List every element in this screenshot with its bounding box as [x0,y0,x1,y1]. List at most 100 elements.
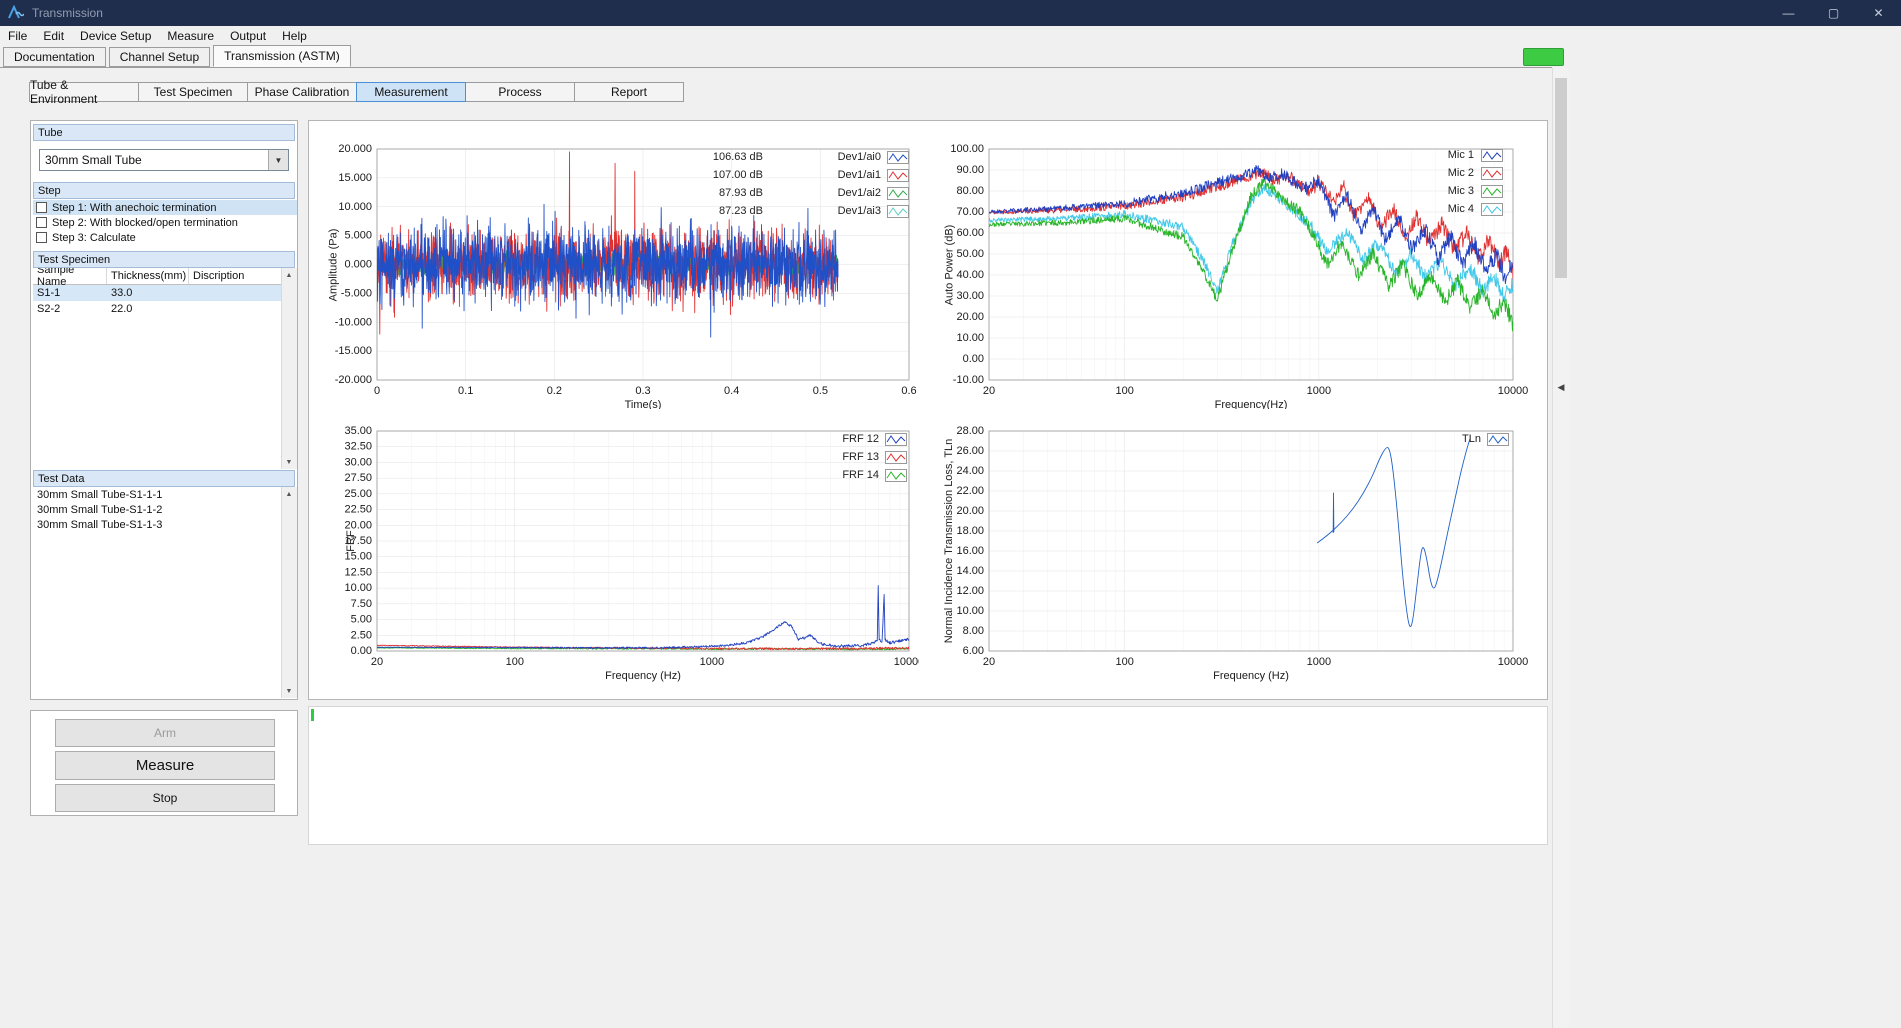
scroll-down-icon[interactable]: ▼ [282,455,296,469]
subtab-process[interactable]: Process [465,82,575,102]
table-cell [189,285,282,301]
frf-chart: FRFFRF 12FRF 13FRF 14 [319,413,919,691]
scrollbar-thumb[interactable] [1555,78,1567,278]
menu-help[interactable]: Help [274,29,315,43]
sidebar-panel: Tube 30mm Small Tube ▼ Step Step 1: With… [30,120,298,700]
menu-measure[interactable]: Measure [159,29,222,43]
step-section-header: Step [33,182,295,199]
step-item[interactable]: Step 3: Calculate [33,230,297,245]
legend-swatch-icon [887,151,909,164]
legend-swatch-icon [1481,149,1503,162]
tube-section-header: Tube [33,124,295,141]
legend-swatch-icon [885,433,907,446]
table-cell: S2-2 [33,301,107,317]
list-item[interactable]: 30mm Small Tube-S1-1-1 [33,487,297,502]
legend-swatch-icon [885,451,907,464]
log-indicator [311,709,314,721]
window-controls: — ▢ ✕ [1766,0,1901,26]
collapse-panel-icon[interactable]: ◀ [1554,378,1568,396]
legend-value: 106.63 dB [643,151,763,164]
tab-transmission-astm[interactable]: Transmission (ASTM) [213,45,351,67]
menu-file[interactable]: File [0,29,35,43]
scroll-up-icon[interactable]: ▲ [282,487,296,501]
menu-bar: FileEditDevice SetupMeasureOutputHelp [0,26,1901,45]
checkbox-icon[interactable] [36,202,47,213]
legend-label: FRF 13 [759,451,879,464]
table-cell: 22.0 [107,301,189,317]
measure-button[interactable]: Measure [55,751,275,780]
legend-label: Mic 4 [1354,203,1474,216]
checkbox-icon[interactable] [36,217,47,228]
scroll-down-icon[interactable]: ▼ [282,684,296,698]
minimize-button[interactable]: — [1766,0,1811,26]
legend-value: 87.93 dB [643,187,763,200]
specimen-table: Sample NameThickness(mm)DiscriptionS1-13… [33,268,297,469]
legend-value: 107.00 dB [643,169,763,182]
column-header: Discription [189,268,282,284]
step-item[interactable]: Step 2: With blocked/open termination [33,215,297,230]
step-label: Step 2: With blocked/open termination [52,217,238,229]
close-button[interactable]: ✕ [1856,0,1901,26]
checkbox-icon[interactable] [36,232,47,243]
legend-swatch-icon [1481,203,1503,216]
module-tab-bar: Tube & EnvironmentTest SpecimenPhase Cal… [30,82,684,102]
app-icon [8,5,24,21]
legend-label: Mic 1 [1354,149,1474,162]
menu-edit[interactable]: Edit [35,29,72,43]
legend-swatch-icon [1487,433,1509,446]
table-cell [189,301,282,317]
specimen-section-header: Test Specimen [33,251,295,268]
testdata-section-header: Test Data [33,470,295,487]
legend-swatch-icon [887,187,909,200]
tube-selected-value: 30mm Small Tube [45,153,142,167]
subtab-tube-environment[interactable]: Tube & Environment [29,82,139,102]
legend-swatch-icon [887,205,909,218]
legend-label: FRF 12 [759,433,879,446]
vertical-scrollbar[interactable]: ◀ [1552,68,1569,1028]
window-title: Transmission [32,6,103,20]
legend-label: FRF 14 [759,469,879,482]
transmission-loss-chart: Normal Incidence Transmission Loss, TLnT… [929,413,1549,691]
step-list: Step 1: With anechoic termination Step 2:… [33,200,297,245]
testdata-list: 30mm Small Tube-S1-1-130mm Small Tube-S1… [33,487,297,698]
specimen-table-header: Sample NameThickness(mm)Discription [33,268,297,285]
transmission-loss-chart-canvas [929,413,1549,691]
table-row[interactable]: S1-133.0 [33,285,297,301]
subtab-report[interactable]: Report [574,82,684,102]
legend-swatch-icon [887,169,909,182]
charts-panel: Amplitude (Pa)Dev1/ai0106.63 dBDev1/ai11… [308,120,1548,700]
legend-label: Dev1/ai3 [761,205,881,218]
tab-channel-setup[interactable]: Channel Setup [109,47,210,67]
auto-power-chart: Auto Power (dB)Mic 1Mic 2Mic 3Mic 4 [929,131,1549,409]
list-scrollbar[interactable]: ▲▼ [281,487,297,698]
list-item[interactable]: 30mm Small Tube-S1-1-3 [33,517,297,532]
column-header: Thickness(mm) [107,268,189,284]
subtab-measurement[interactable]: Measurement [356,82,466,102]
menu-output[interactable]: Output [222,29,274,43]
list-item[interactable]: 30mm Small Tube-S1-1-2 [33,502,297,517]
subtab-test-specimen[interactable]: Test Specimen [138,82,248,102]
list-scrollbar[interactable]: ▲▼ [281,268,297,469]
table-cell: S1-1 [33,285,107,301]
scroll-up-icon[interactable]: ▲ [282,268,296,282]
legend-swatch-icon [1481,185,1503,198]
table-row[interactable]: S2-222.0 [33,301,297,317]
legend-label: Mic 2 [1354,167,1474,180]
dropdown-arrow-icon[interactable]: ▼ [268,150,288,170]
status-indicator-button[interactable] [1523,48,1564,66]
step-item[interactable]: Step 1: With anechoic termination [33,200,297,215]
legend-swatch-icon [885,469,907,482]
legend-label: Dev1/ai1 [761,169,881,182]
tab-documentation[interactable]: Documentation [3,47,106,67]
legend-value: 87.23 dB [643,205,763,218]
legend-label: Mic 3 [1354,185,1474,198]
maximize-button[interactable]: ▢ [1811,0,1856,26]
menu-device-setup[interactable]: Device Setup [72,29,159,43]
legend-label: TLn [1361,433,1481,446]
stop-button[interactable]: Stop [55,784,275,812]
subtab-phase-calibration[interactable]: Phase Calibration [247,82,357,102]
tube-select[interactable]: 30mm Small Tube ▼ [39,149,289,171]
table-cell: 33.0 [107,285,189,301]
step-label: Step 1: With anechoic termination [52,202,216,214]
time-waveform-chart: Amplitude (Pa)Dev1/ai0106.63 dBDev1/ai11… [319,131,919,409]
